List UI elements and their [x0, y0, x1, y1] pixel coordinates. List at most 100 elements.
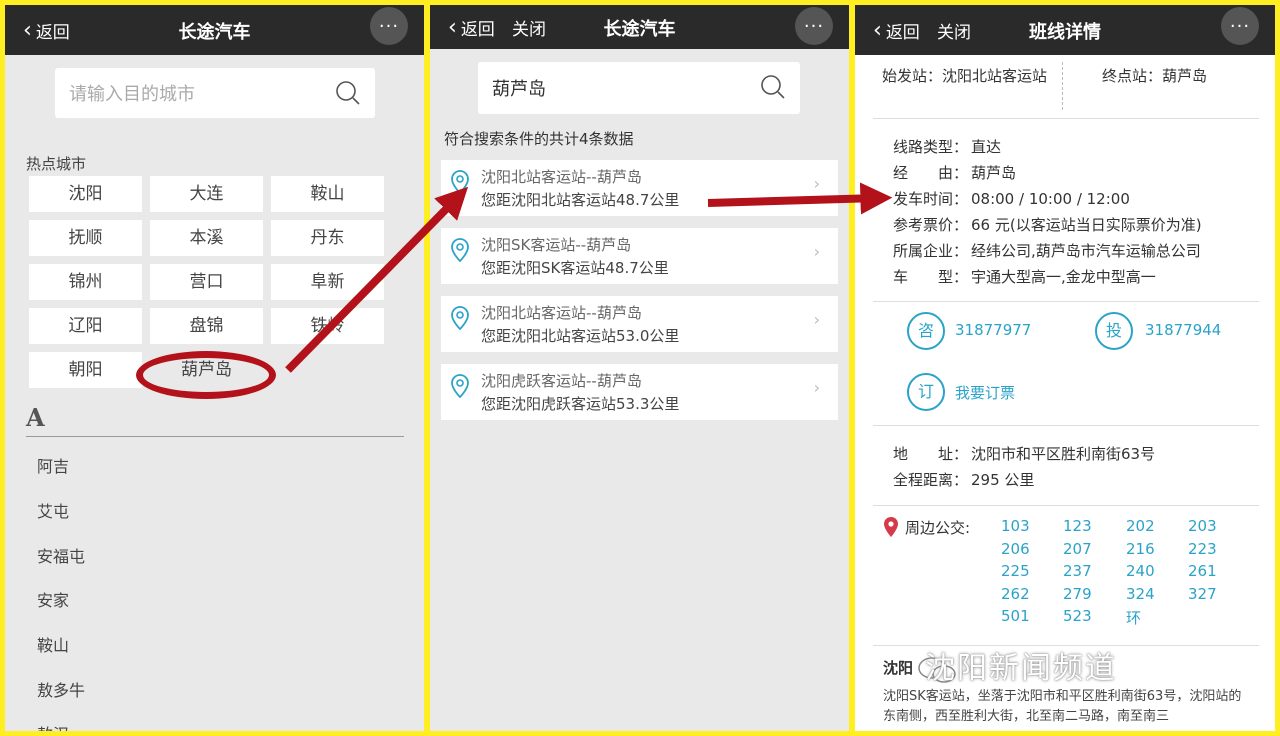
consult-phone-link[interactable]: 31877977	[955, 321, 1031, 339]
info-label: 所属企业：	[893, 242, 969, 260]
watermark: 沈阳新闻频道	[925, 651, 1117, 686]
location-pin-icon	[451, 238, 469, 262]
chevron-right-icon: ›	[813, 378, 820, 397]
bus-route-link[interactable]: 202	[1126, 517, 1155, 535]
route-detail-panel: ‹ 返回 关闭 班线详情 ··· 始发站：沈阳北站客运站 终点站：葫芦岛 线路类…	[855, 5, 1275, 731]
bus-route-link[interactable]: 262	[1001, 585, 1030, 603]
city-button[interactable]: 营口	[150, 264, 263, 300]
city-select-panel: ‹ 返回 长途汽车 ··· 热点城市 沈阳 大连 鞍山 抚顺 本溪 丹东 锦州 …	[5, 5, 424, 731]
station-intro-text: 沈阳SK客运站，坐落于沈阳市和平区胜利南街63号，沈阳站的东南侧，西至胜利大街，…	[883, 689, 1242, 724]
fare-row: 参考票价： 66 元(以客运站当日实际票价为准)	[893, 214, 1202, 235]
info-value: 08:00 / 10:00 / 12:00	[971, 190, 1130, 208]
bus-route-link[interactable]: 203	[1188, 517, 1217, 535]
city-search-input[interactable]	[67, 78, 311, 110]
result-item[interactable]: 沈阳虎跃客运站--葫芦岛 您距沈阳虎跃客运站53.3公里 ›	[441, 364, 838, 420]
bus-route-link[interactable]: 279	[1063, 585, 1092, 603]
bus-route-link[interactable]: 环	[1126, 607, 1141, 628]
bus-route-link[interactable]: 324	[1126, 585, 1155, 603]
result-distance: 您距沈阳北站客运站48.7公里	[481, 191, 680, 209]
location-pin-icon	[451, 170, 469, 194]
company-row: 所属企业： 经纬公司,葫芦岛市汽车运输总公司	[893, 240, 1201, 261]
search-icon[interactable]	[335, 80, 361, 106]
top-bar: ‹ 返回 关闭 班线详情 ···	[855, 5, 1275, 55]
bus-route-link[interactable]: 240	[1126, 562, 1155, 580]
info-value: 经纬公司,葫芦岛市汽车运输总公司	[971, 242, 1201, 260]
bus-route-link[interactable]: 123	[1063, 517, 1092, 535]
info-value: 295 公里	[971, 471, 1035, 489]
highlight-oval	[136, 351, 276, 399]
city-button[interactable]: 铁岭	[271, 308, 384, 344]
result-route: 沈阳北站客运站--葫芦岛	[481, 168, 642, 186]
alphabet-header: A	[26, 403, 45, 432]
address-row: 地 址： 沈阳市和平区胜利南街63号	[893, 443, 1155, 464]
info-value: 直达	[971, 138, 1002, 156]
city-list-item[interactable]: 安家	[37, 587, 69, 611]
divider	[873, 301, 1259, 302]
city-list-item[interactable]: 敖汉	[37, 721, 69, 731]
city-button[interactable]: 沈阳	[29, 176, 142, 212]
top-bar: ‹ 返回 长途汽车 ···	[5, 5, 424, 55]
city-list-item[interactable]: 艾屯	[37, 498, 69, 522]
info-value: 葫芦岛	[971, 164, 1017, 182]
city-button[interactable]: 阜新	[271, 264, 384, 300]
result-item[interactable]: 沈阳SK客运站--葫芦岛 您距沈阳SK客运站48.7公里 ›	[441, 228, 838, 284]
city-button[interactable]: 朝阳	[29, 352, 142, 388]
city-list-item[interactable]: 鞍山	[37, 632, 69, 656]
bus-route-link[interactable]: 501	[1001, 607, 1030, 625]
bus-route-link[interactable]: 103	[1001, 517, 1030, 535]
result-route: 沈阳虎跃客运站--葫芦岛	[481, 372, 642, 390]
via-row: 经 由： 葫芦岛	[893, 162, 1016, 183]
city-search-input[interactable]	[490, 72, 734, 104]
city-button[interactable]: 辽阳	[29, 308, 142, 344]
bus-route-link[interactable]: 207	[1063, 540, 1092, 558]
book-ticket-link[interactable]: 我要订票	[955, 382, 1015, 403]
nearby-bus-label: 周边公交:	[905, 519, 971, 537]
city-list-item[interactable]: 安福屯	[37, 543, 85, 567]
bus-route-link[interactable]: 216	[1126, 540, 1155, 558]
divider	[1062, 62, 1063, 110]
info-label: 线路类型：	[893, 138, 969, 156]
booking-icon[interactable]: 订	[907, 373, 945, 411]
search-results-panel: ‹ 返回 关闭 长途汽车 ··· 符合搜索条件的共计4条数据 沈阳北站客运站--…	[430, 5, 849, 731]
result-item[interactable]: 沈阳北站客运站--葫芦岛 您距沈阳北站客运站53.0公里 ›	[441, 296, 838, 352]
info-label: 发车时间：	[893, 190, 969, 208]
city-button[interactable]: 锦州	[29, 264, 142, 300]
bus-route-link[interactable]: 237	[1063, 562, 1092, 580]
result-item[interactable]: 沈阳北站客运站--葫芦岛 您距沈阳北站客运站48.7公里 ›	[441, 160, 838, 216]
consult-icon[interactable]: 咨	[907, 312, 945, 350]
search-icon[interactable]	[760, 74, 786, 100]
complaint-phone-link[interactable]: 31877944	[1145, 321, 1221, 339]
page-title: 长途汽车	[603, 19, 676, 40]
city-button[interactable]: 盘锦	[150, 308, 263, 344]
divider	[873, 425, 1259, 426]
search-box	[478, 62, 800, 114]
complaint-icon[interactable]: 投	[1095, 312, 1133, 350]
result-route: 沈阳北站客运站--葫芦岛	[481, 304, 642, 322]
city-list-item[interactable]: 敖多牛	[37, 677, 85, 701]
divider	[26, 436, 404, 437]
station-intro-title: 沈阳	[883, 659, 914, 677]
info-label: 车 型：	[893, 268, 969, 286]
bus-route-link[interactable]: 223	[1188, 540, 1217, 558]
more-menu-button[interactable]: ···	[1221, 7, 1259, 45]
city-button[interactable]: 鞍山	[271, 176, 384, 212]
top-bar: ‹ 返回 关闭 长途汽车 ···	[430, 5, 849, 49]
city-button[interactable]: 大连	[150, 176, 263, 212]
page-title: 班线详情	[1029, 22, 1101, 43]
bus-route-link[interactable]: 261	[1188, 562, 1217, 580]
info-value: 沈阳市和平区胜利南街63号	[971, 445, 1156, 463]
bus-route-link[interactable]: 327	[1188, 585, 1217, 603]
city-button[interactable]: 本溪	[150, 220, 263, 256]
more-menu-button[interactable]: ···	[370, 7, 408, 45]
city-button[interactable]: 抚顺	[29, 220, 142, 256]
bus-route-link[interactable]: 523	[1063, 607, 1092, 625]
divider	[873, 505, 1259, 506]
bus-route-link[interactable]: 225	[1001, 562, 1030, 580]
more-menu-button[interactable]: ···	[795, 7, 833, 45]
city-list-item[interactable]: 阿吉	[37, 453, 69, 477]
route-type-row: 线路类型： 直达	[893, 136, 1001, 157]
chevron-right-icon: ›	[813, 310, 820, 329]
city-button[interactable]: 丹东	[271, 220, 384, 256]
bus-route-link[interactable]: 206	[1001, 540, 1030, 558]
location-pin-icon	[451, 306, 469, 330]
